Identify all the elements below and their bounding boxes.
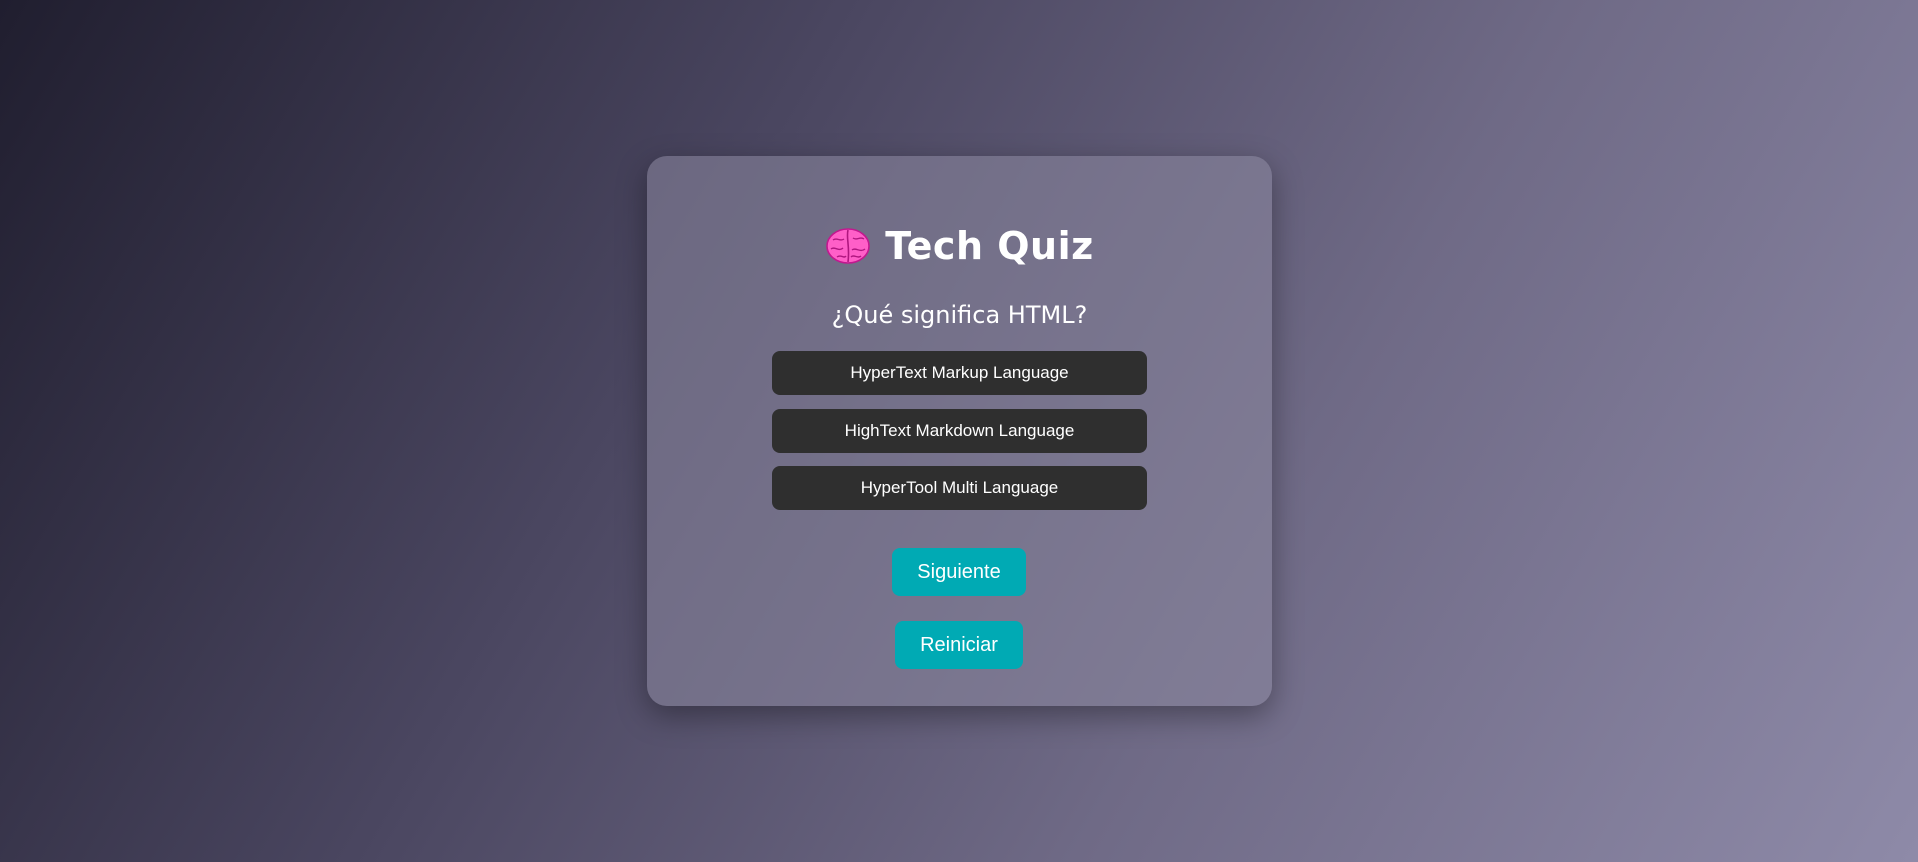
brain-icon [825, 226, 871, 266]
answer-option-1[interactable]: HyperText Markup Language [772, 351, 1147, 395]
answer-option-2[interactable]: HighText Markdown Language [772, 409, 1147, 453]
quiz-header: Tech Quiz [647, 224, 1272, 268]
restart-button[interactable]: Reiniciar [895, 621, 1023, 669]
next-button[interactable]: Siguiente [892, 548, 1026, 596]
answer-option-3[interactable]: HyperTool Multi Language [772, 466, 1147, 510]
quiz-title: Tech Quiz [885, 224, 1094, 268]
question-text: ¿Qué significa HTML? [831, 301, 1088, 329]
quiz-card: Tech Quiz ¿Qué significa HTML? HyperText… [647, 156, 1272, 706]
